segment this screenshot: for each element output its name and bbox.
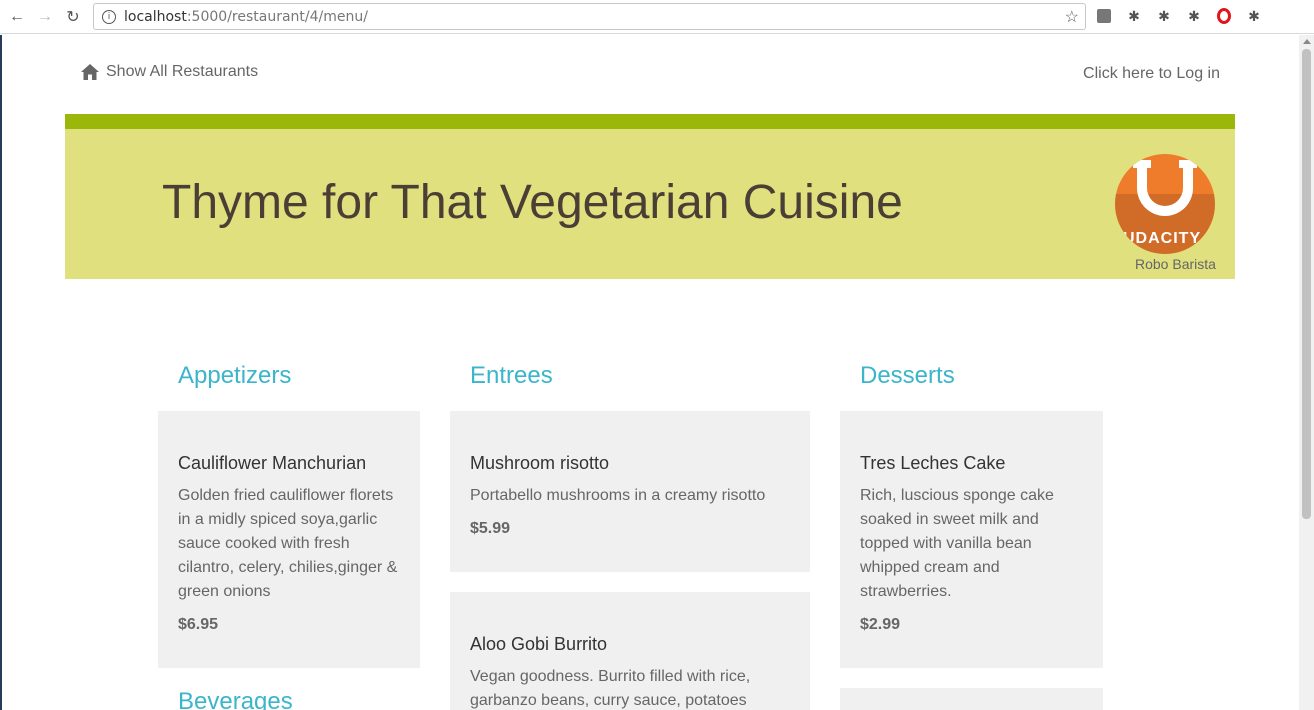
menu-item-card: Aloo Gobi Burrito Vegan goodness. Burrit… [450,592,810,710]
url-path: :5000/restaurant/4/menu/ [186,8,368,25]
window-edge [0,35,2,710]
menu-item-description: Rich, luscious sponge cake soaked in swe… [860,487,1054,600]
creator-name: Robo Barista [1135,256,1216,272]
page-scrollbar[interactable] [1299,35,1314,710]
extension-box-icon[interactable] [1094,6,1114,26]
back-arrow-icon[interactable]: ← [6,6,28,28]
restaurant-banner: Thyme for That Vegetarian Cuisine UDACIT… [65,129,1235,279]
browser-toolbar: ← → ↻ i localhost:5000/restaurant/4/menu… [0,0,1314,34]
menu-item-card [840,688,1103,710]
menu-item-name: Tres Leches Cake [860,453,1006,473]
menu-item-description: Golden fried cauliflower florets in a mi… [178,487,398,600]
menu-item-price: $2.99 [860,616,901,633]
appetizers-heading: Appetizers [178,362,292,389]
menu-item-card: Mushroom risotto Portabello mushrooms in… [450,411,810,572]
menu-item-name: Aloo Gobi Burrito [470,634,608,654]
menu-item-description: Portabello mushrooms in a creamy risotto [470,487,766,504]
url-host: localhost [124,8,187,25]
scroll-thumb[interactable] [1302,49,1311,519]
scroll-up-icon[interactable] [1303,39,1311,44]
reload-icon[interactable]: ↻ [62,6,84,28]
bookmark-star-icon[interactable]: ☆ [1065,7,1079,27]
menu-item-price: $6.95 [178,616,219,633]
menu-item-description: Vegan goodness. Burrito filled with rice… [470,668,751,709]
menu-item-card: Tres Leches Cake Rich, luscious sponge c… [840,411,1103,668]
menu-item-name: Cauliflower Manchurian [178,453,367,473]
menu-item-name: Mushroom risotto [470,453,610,473]
extensions-bar: ✱ ✱ ✱ ✱ [1094,6,1264,26]
extension-puzzle-icon[interactable]: ✱ [1154,6,1174,26]
opera-icon[interactable] [1214,6,1234,26]
extensions-menu-icon[interactable]: ✱ [1244,6,1264,26]
show-all-restaurants-link[interactable]: Show All Restaurants [81,63,258,81]
home-icon [81,64,99,80]
top-navigation: Show All Restaurants Click here to Log i… [65,55,1235,95]
site-info-icon[interactable]: i [102,9,116,24]
avatar-brand-text: UDACITY [1123,230,1202,247]
desserts-heading: Desserts [860,362,955,389]
login-link[interactable]: Click here to Log in [1083,65,1220,83]
extension-puzzle-icon[interactable]: ✱ [1184,6,1204,26]
udacity-logo-icon [1137,160,1193,216]
url-text[interactable]: localhost:5000/restaurant/4/menu/ [124,9,368,25]
entrees-heading: Entrees [470,362,553,389]
forward-arrow-icon[interactable]: → [34,6,56,28]
menu-item-card: Cauliflower Manchurian Golden fried caul… [158,411,420,668]
menu-item-price: $5.99 [470,520,511,537]
extension-puzzle-icon[interactable]: ✱ [1124,6,1144,26]
restaurant-title: Thyme for That Vegetarian Cuisine [162,176,903,229]
show-all-restaurants-label: Show All Restaurants [106,63,259,80]
creator-avatar: UDACITY [1115,154,1215,254]
banner-accent-bar [65,114,1235,129]
address-bar[interactable]: i localhost:5000/restaurant/4/menu/ ☆ [93,3,1086,30]
beverages-heading: Beverages [178,688,293,710]
